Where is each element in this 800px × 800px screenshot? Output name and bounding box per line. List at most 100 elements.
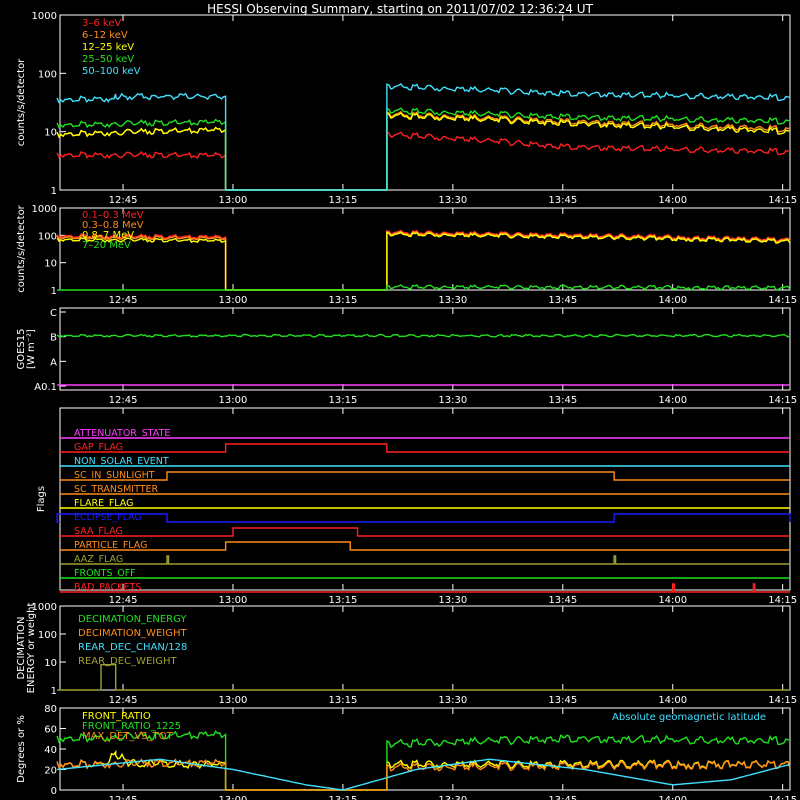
x-tick-label: 12:45 [109,795,138,800]
y-tick-label: 80 [44,704,57,715]
x-tick-label: 13:00 [219,695,248,706]
x-tick-label: 13:00 [219,795,248,800]
y-tick-label: 10 [44,128,57,139]
x-tick-label: 14:00 [658,295,687,306]
x-tick-label: 14:15 [768,795,797,800]
series-0 [56,333,791,338]
chart-title: HESSI Observing Summary, starting on 201… [207,2,593,16]
legend-entry: DECIMATION_WEIGHT [78,628,187,639]
series-0 [57,664,790,691]
flag-line [60,527,790,537]
series-0 [56,131,791,191]
legend-entry: 3–6 keV [82,18,121,29]
y-tick-label: 1 [51,186,57,197]
y-tick-label: 1 [51,686,57,697]
series-4 [56,82,791,191]
y-tick-label: 100 [38,231,57,242]
panel-5: 12:45 13:00 13:15 13:30 13:45 14:00 14:15 0 20 40… [16,704,797,800]
flag-label: PARTICLE_FLAG [74,540,147,551]
y-tick-label: B [50,333,57,344]
flag-line [56,513,791,523]
x-tick-label: 13:15 [328,295,357,306]
y-axis-label: counts/s/detector [16,58,27,146]
flag-label: AAZ_FLAG [74,554,123,565]
x-tick-label: 14:00 [658,595,687,606]
legend-entry: 50–100 keV [82,66,141,77]
y-axis-label-2: [W m⁻²] [26,329,37,369]
x-tick-label: 12:45 [109,295,138,306]
y-tick-label: 10 [44,259,57,270]
flag-line [60,541,790,551]
x-tick-label: 13:30 [438,695,467,706]
y-tick-label: 100 [38,630,57,641]
flag-label: SAA_FLAG [74,526,123,537]
y-tick-label: 1000 [32,204,57,215]
x-tick-label: 14:15 [768,195,797,206]
x-tick-label: 13:15 [328,595,357,606]
legend-entry: REAR_DEC_WEIGHT [78,656,177,667]
x-tick-label: 12:45 [109,395,138,406]
legend-entry: 6–12 keV [82,30,128,41]
x-tick-label: 14:00 [658,695,687,706]
x-tick-label: 12:45 [109,195,138,206]
legend-entry: 12–25 keV [82,42,134,53]
x-tick-label: 12:45 [109,695,138,706]
geomag-annotation: Absolute geomagnetic latitude [612,712,766,723]
x-tick-label: 13:00 [219,295,248,306]
flag-line [60,555,790,565]
flag-label: NON_SOLAR_EVENT [74,456,169,467]
hessi-summary-chart: HESSI Observing Summary, starting on 201… [16,2,797,800]
panel-3: 12:45 13:00 13:15 13:30 13:45 14:00 14:15 Flags… [36,407,797,606]
x-tick-label: 13:00 [219,595,248,606]
y-tick-label: 40 [44,745,57,756]
legend-entry: REAR_DEC_CHAN/128 [78,642,187,653]
flag-label: SC_TRANSMITTER [74,484,159,495]
flag-label: ATTENUATOR_STATE [74,428,170,439]
panel-0: 12:45 13:00 13:15 13:30 13:45 14:00 14:15 1 10 10… [16,11,797,206]
flag-line [60,471,790,481]
y-tick-label: 1000 [32,11,57,22]
y-tick-label: 60 [44,725,57,736]
flag-line [60,443,790,453]
y-tick-label: C [50,308,57,319]
panel-1: 12:45 13:00 13:15 13:30 13:45 14:00 14:15 1 10 10… [16,204,797,306]
y-axis-label: Flags [36,486,47,512]
x-tick-label: 13:15 [328,795,357,800]
flag-label: SC_IN_SUNLIGHT [74,470,155,481]
y-tick-label: 0 [51,786,57,797]
x-tick-label: 14:15 [768,595,797,606]
series-2 [56,231,791,291]
x-tick-label: 13:15 [328,695,357,706]
x-tick-label: 14:15 [768,295,797,306]
y-axis-label-2: ENERGY or weight [26,603,37,694]
y-axis-label: counts/s/detector [16,204,27,292]
flag-line [60,583,790,593]
y-tick-label: 20 [44,766,57,777]
x-tick-label: 13:15 [328,195,357,206]
x-tick-label: 13:45 [548,795,577,800]
x-tick-label: 13:45 [548,195,577,206]
y-tick-label: A0.1 [34,382,57,393]
x-tick-label: 13:30 [438,395,467,406]
x-tick-label: 14:15 [768,395,797,406]
x-tick-label: 13:00 [219,395,248,406]
y-tick-label: A [50,357,57,368]
x-tick-label: 13:15 [328,395,357,406]
flag-label: GAP_FLAG [74,442,123,453]
flag-label: BAD_PACKETS [74,582,141,593]
series-1 [56,110,791,191]
x-tick-label: 13:45 [548,595,577,606]
panel-frame [59,307,791,391]
x-tick-label: 13:30 [438,195,467,206]
x-tick-label: 14:00 [658,795,687,800]
x-tick-label: 13:00 [219,195,248,206]
panel-frame [59,14,791,191]
y-tick-label: 100 [38,69,57,80]
x-tick-label: 13:30 [438,295,467,306]
x-tick-label: 14:15 [768,695,797,706]
x-tick-label: 14:00 [658,195,687,206]
series-1 [56,230,791,291]
x-tick-label: 13:45 [548,695,577,706]
y-axis-label: Degrees or % [16,715,27,783]
panel-frame [59,207,791,291]
